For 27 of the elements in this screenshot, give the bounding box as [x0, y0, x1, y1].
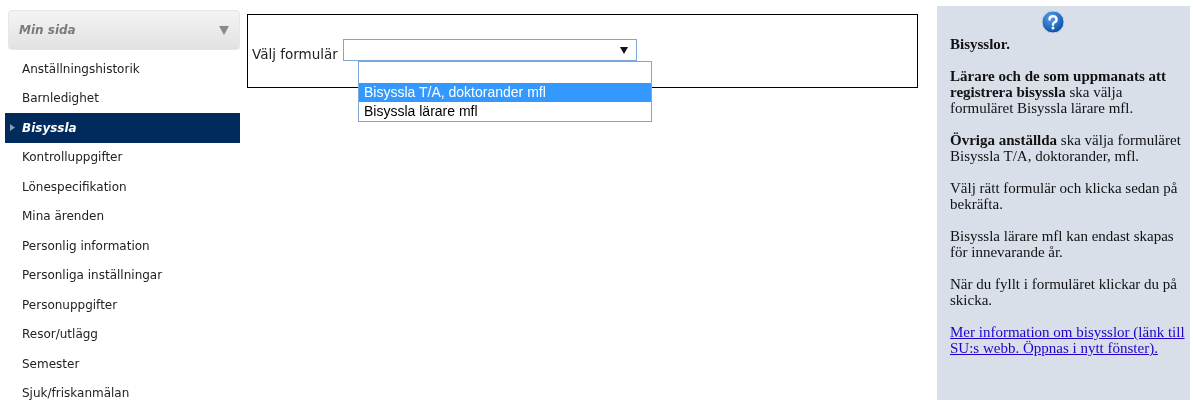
help-paragraph: Övriga anställda ska välja formuläret Bisyssla T/A, doktorander, mfl. — [950, 132, 1182, 164]
menu-item[interactable]: Personlig information — [5, 231, 240, 261]
menu-item[interactable]: Anställningshistorik — [5, 54, 240, 84]
help-paragraph: Välj rätt formulär och klicka sedan på bekräfta. — [950, 180, 1179, 212]
arrow-icon — [10, 124, 15, 131]
menu-item[interactable]: Mina ärenden — [5, 201, 240, 231]
help-icon[interactable] — [1041, 10, 1065, 34]
menu-item[interactable]: Bisyssla — [5, 113, 240, 143]
menu-title: Min sida — [19, 23, 76, 37]
menu-item[interactable]: Personliga inställningar — [5, 260, 240, 290]
menu-item[interactable]: Kontrolluppgifter — [5, 142, 240, 172]
help-title: Bisysslor. — [950, 36, 1011, 52]
menu-item[interactable]: Resor/utlägg — [5, 319, 240, 349]
help-paragraph: Bisyssla lärare mfl kan endast skapas för innevarande år. — [950, 228, 1175, 260]
info-link[interactable]: Mer information om bisysslor (länk till SU:s webb. Öppnas i nytt fönster). — [950, 324, 1186, 356]
menu-header[interactable]: Min sida — [8, 10, 240, 50]
menu-item[interactable]: Sjuk/friskanmälan — [5, 378, 240, 400]
menu-item[interactable]: Personuppgifter — [5, 290, 240, 320]
help-paragraph: Lärare och de som uppmanats att registrera bisyssla ska välja formuläret Bisyssla lärare mfl. — [950, 68, 1167, 116]
menu-item[interactable]: Semester — [5, 349, 240, 379]
menu-item[interactable]: Barnledighet — [5, 83, 240, 113]
dropdown-option[interactable]: Bisyssla lärare mfl — [359, 102, 651, 121]
menu-item[interactable]: Lönespecifikation — [5, 172, 240, 202]
help-paragraph: När du fyllt i formuläret klickar du på skicka. — [950, 276, 1178, 308]
field-label: Välj formulär — [252, 46, 338, 62]
caret-icon — [219, 25, 229, 35]
caret-icon — [619, 47, 628, 54]
